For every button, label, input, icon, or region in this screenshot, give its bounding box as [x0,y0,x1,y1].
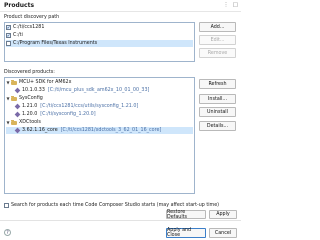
collapse-arrow-icon[interactable]: ▼ [6,96,10,101]
tree-node[interactable]: 1.20.0 [C:/ti/sysconfig_1.20.0] [6,111,193,118]
discovery-path-row[interactable]: ✔ C:/ti/ccs1281 [6,24,193,31]
maximize-icon[interactable]: □ [233,2,238,8]
install-path: [C:/ti/sysconfig_1.20.0] [40,112,96,117]
discovered-products-tree[interactable]: ▼ MCU+ SDK for AM62x 10.1.0.33 [C:/ti/mc… [4,77,195,194]
tree-node[interactable]: ▼ SysConfig [6,95,193,102]
apply-button[interactable]: Apply [209,210,237,219]
collapse-arrow-icon[interactable]: ▼ [6,80,10,85]
cancel-button[interactable]: Cancel [209,228,237,238]
details-button[interactable]: Details... [199,121,236,131]
install-path: [C:/ti/ccs1281/xdctools_3_62_01_16_core] [60,128,162,133]
footer-divider [0,220,241,221]
collapse-arrow-icon[interactable]: ▼ [6,120,10,125]
tree-node[interactable]: 3.62.1.16_core [C:/ti/ccs1281/xdctools_3… [6,127,193,134]
dialog-title: Products [4,2,35,9]
restore-defaults-button[interactable]: Restore Defaults [166,210,206,220]
version-label: 3.62.1.16_core [22,128,58,133]
discovery-section-label: Product discovery path [4,15,60,20]
install-button[interactable]: Install... [199,94,236,104]
version-label: 10.1.0.33 [22,88,45,93]
help-icon[interactable]: ? [4,229,11,236]
package-icon [14,103,21,110]
folder-icon [11,95,17,101]
edit-button[interactable]: Edit... [199,35,236,45]
folder-icon [11,119,17,125]
version-label: 1.20.0 [22,112,38,117]
search-on-start-option[interactable]: Search for products each time Code Compo… [4,203,219,208]
dialog-header: Products ⋮ □ [0,0,241,12]
tree-node[interactable]: 1.21.0 [C:/ti/ccs1281/ccs/utils/sysconfi… [6,103,193,110]
remove-button[interactable]: Remove [199,48,236,58]
discovery-path-row[interactable]: ✔ C:/ti [6,32,193,39]
apply-and-close-button[interactable]: Apply and Close [166,228,206,238]
path-label: C:/ti/ccs1281 [13,25,45,30]
product-label: XDCtools [19,120,41,125]
search-on-start-label: Search for products each time Code Compo… [11,203,220,208]
product-label: MCU+ SDK for AM62x [19,80,72,85]
product-label: SysConfig [19,96,43,101]
package-icon [14,127,21,134]
discovery-path-row[interactable]: C:/Program Files/Texas Instruments [6,40,193,47]
kebab-menu-icon[interactable]: ⋮ [223,2,229,8]
folder-icon [11,79,17,85]
package-icon [14,87,21,94]
add-button[interactable]: Add... [199,22,236,32]
install-path: [C:/ti/ccs1281/ccs/utils/sysconfig_1.21.… [40,104,139,109]
tree-node[interactable]: ▼ MCU+ SDK for AM62x [6,79,193,86]
tree-node[interactable]: ▼ XDCtools [6,119,193,126]
checkbox[interactable] [6,41,11,46]
path-label: C:/Program Files/Texas Instruments [13,41,98,46]
path-label: C:/ti [13,33,23,38]
checkbox[interactable]: ✔ [6,25,11,30]
header-icons: ⋮ □ [223,2,238,8]
tree-node[interactable]: 10.1.0.33 [C:/ti/mcu_plus_sdk_am62x_10_0… [6,87,193,94]
version-label: 1.21.0 [22,104,38,109]
search-on-start-checkbox[interactable] [4,203,9,208]
install-path: [C:/ti/mcu_plus_sdk_am62x_10_01_00_33] [47,88,150,93]
checkbox[interactable]: ✔ [6,33,11,38]
package-icon [14,111,21,118]
refresh-button[interactable]: Refresh [199,79,236,89]
discovery-path-list[interactable]: ✔ C:/ti/ccs1281 ✔ C:/ti C:/Program Files… [4,22,195,62]
uninstall-button[interactable]: Uninstall [199,107,236,117]
discovered-section-label: Discovered products: [4,70,55,75]
